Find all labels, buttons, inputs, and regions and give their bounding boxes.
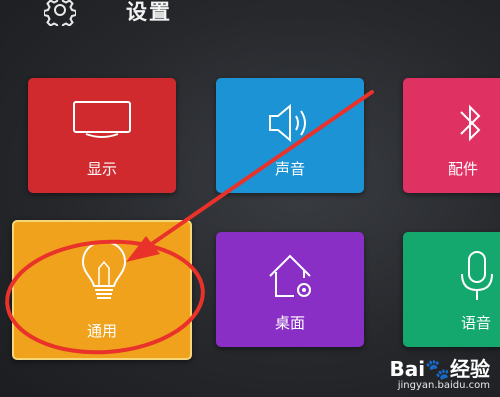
lightbulb-icon bbox=[81, 240, 127, 299]
page-title: 设置 bbox=[126, 0, 172, 24]
tile-voice[interactable]: 语音 bbox=[403, 232, 500, 347]
tile-general[interactable]: 通用 bbox=[12, 220, 192, 360]
bluetooth-icon bbox=[460, 104, 481, 142]
tile-display-label: 显示 bbox=[86, 160, 117, 178]
microphone-icon bbox=[461, 251, 493, 300]
home-settings-icon bbox=[269, 254, 311, 297]
watermark-logo: Bai🐾经验 bbox=[389, 353, 490, 382]
tv-icon bbox=[73, 101, 131, 138]
tile-desktop[interactable]: 桌面 bbox=[216, 232, 364, 347]
speaker-icon bbox=[269, 103, 306, 143]
tile-accessory[interactable]: 配件 bbox=[403, 78, 500, 193]
tile-sound-label: 声音 bbox=[274, 160, 305, 178]
paw-icon: 🐾 bbox=[425, 357, 450, 381]
watermark: Bai🐾经验 jingyan.baidu.com bbox=[389, 353, 490, 391]
tile-accessory-label: 配件 bbox=[447, 160, 478, 178]
tile-display[interactable]: 显示 bbox=[28, 78, 176, 193]
header: 设置 bbox=[0, 0, 500, 40]
tile-sound[interactable]: 声音 bbox=[216, 78, 364, 193]
watermark-logo-text: Bai bbox=[389, 357, 426, 381]
watermark-site: jingyan.baidu.com bbox=[397, 380, 490, 391]
tile-voice-label: 语音 bbox=[460, 314, 491, 332]
gear-icon[interactable] bbox=[44, 0, 76, 26]
watermark-logo-suffix: 经验 bbox=[450, 357, 490, 381]
tile-desktop-label: 桌面 bbox=[274, 314, 305, 332]
tile-general-label: 通用 bbox=[86, 322, 117, 340]
